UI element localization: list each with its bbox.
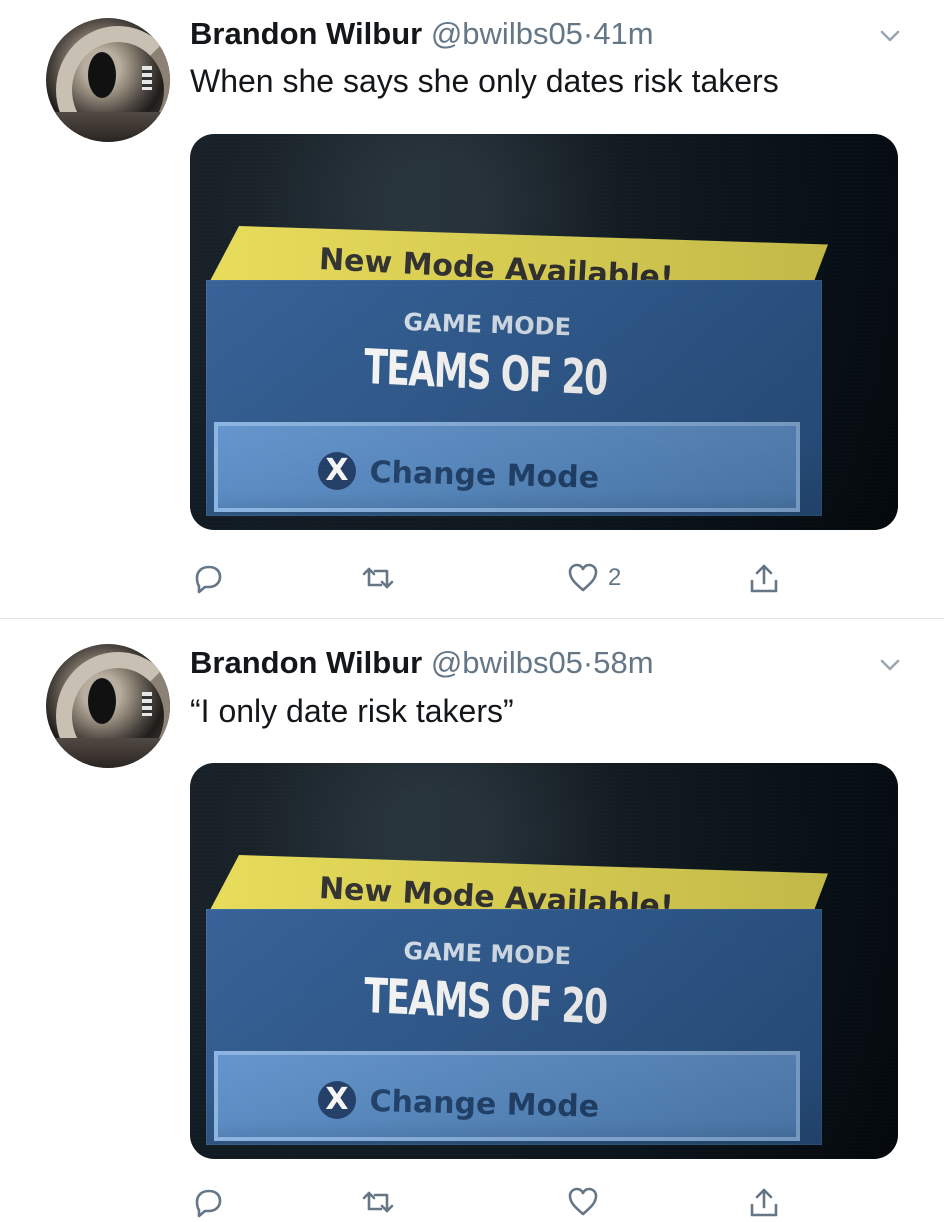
tweet-time[interactable]: 58m: [593, 645, 653, 680]
reply-icon: [195, 565, 222, 594]
tweet-card[interactable]: Brandon Wilbur @bwilbs05·58m “I only dat…: [0, 619, 944, 1219]
avatar[interactable]: [46, 18, 170, 142]
avatar-sculpture-opening: [88, 52, 116, 98]
change-mode-label: Change Mode: [369, 1084, 600, 1125]
avatar-sculpture-opening: [88, 678, 116, 724]
mode-name: TEAMS OF 20: [363, 968, 608, 1036]
tweet-actions: 2: [190, 558, 890, 598]
heart-icon: [568, 563, 598, 592]
like-button[interactable]: [566, 1182, 608, 1222]
chevron-down-icon[interactable]: [878, 24, 902, 48]
game-mode-label: GAME MODE: [403, 937, 572, 971]
game-mode-label: GAME MODE: [403, 308, 572, 342]
tweet-header: Brandon Wilbur @bwilbs05·41m: [190, 16, 874, 52]
tweet-card[interactable]: Brandon Wilbur @bwilbs05·41m When she sa…: [0, 0, 944, 618]
retweet-button[interactable]: [361, 558, 395, 598]
change-mode-label: Change Mode: [369, 455, 600, 496]
tweet-image[interactable]: New Mode Available! GAME MODE TEAMS OF 2…: [190, 763, 898, 1159]
heart-icon: [568, 1187, 598, 1216]
avatar-lamp: [142, 66, 152, 90]
time-separator: ·: [582, 16, 594, 51]
reply-button[interactable]: [190, 558, 224, 598]
avatar-ground: [46, 738, 170, 768]
avatar-lamp: [142, 692, 152, 716]
share-button[interactable]: [747, 1182, 781, 1222]
retweet-button[interactable]: [361, 1182, 395, 1222]
tweet-actions: [190, 1182, 890, 1222]
time-separator: ·: [582, 645, 594, 680]
mode-name: TEAMS OF 20: [363, 339, 608, 407]
author-name[interactable]: Brandon Wilbur: [190, 645, 422, 680]
reply-button[interactable]: [190, 1182, 224, 1222]
avatar[interactable]: [46, 644, 170, 768]
share-icon: [750, 564, 778, 593]
like-count: 2: [608, 564, 622, 591]
share-icon: [750, 1188, 778, 1217]
author-handle[interactable]: @bwilbs05: [431, 16, 583, 51]
like-button[interactable]: 2: [566, 558, 621, 598]
tweet-header: Brandon Wilbur @bwilbs05·58m: [190, 645, 874, 681]
reply-icon: [195, 1189, 222, 1218]
share-button[interactable]: [747, 558, 781, 598]
tweet-image[interactable]: New Mode Available! GAME MODE TEAMS OF 2…: [190, 134, 898, 530]
avatar-ground: [46, 112, 170, 142]
x-button-icon: X: [318, 1081, 356, 1119]
author-name[interactable]: Brandon Wilbur: [190, 16, 422, 51]
retweet-icon: [362, 567, 394, 589]
retweet-icon: [362, 1191, 394, 1213]
tweet-text: “I only date risk takers”: [190, 693, 514, 729]
x-button-icon: X: [318, 452, 356, 490]
tweet-time[interactable]: 41m: [593, 16, 653, 51]
tweet-text: When she says she only dates risk takers: [190, 63, 779, 99]
chevron-down-icon[interactable]: [878, 653, 902, 677]
author-handle[interactable]: @bwilbs05: [431, 645, 583, 680]
